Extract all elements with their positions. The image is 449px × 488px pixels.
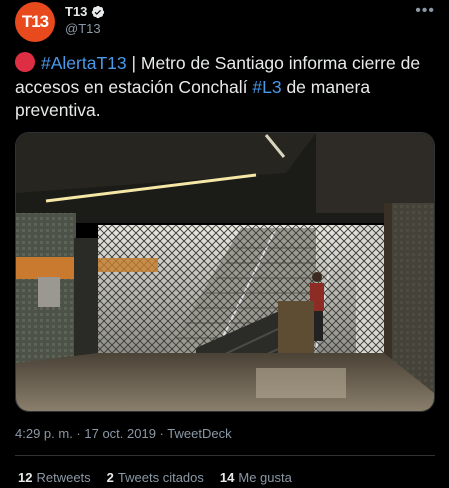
author-handle[interactable]: @T13 [65,21,101,36]
likes-stat[interactable]: 14 Me gusta [220,470,292,485]
retweets-label: Retweets [36,470,91,485]
verified-badge-icon [92,5,105,18]
divider [15,455,435,456]
display-name[interactable]: T13 [65,4,87,19]
tweet-source[interactable]: TweetDeck [167,426,231,441]
tweet-text: #AlertaT13 | Metro de Santiago informa c… [15,52,435,123]
red-circle-icon [15,52,35,72]
more-dots-icon[interactable]: ••• [415,2,435,20]
tweet-date[interactable]: 17 oct. 2019 [84,426,156,441]
hashtag-link[interactable]: #L3 [252,77,281,97]
quotes-stat[interactable]: 2 Tweets citados [107,470,204,485]
tweet-time[interactable]: 4:29 p. m. [15,426,73,441]
retweets-count: 12 [18,470,33,485]
retweets-stat[interactable]: 12 Retweets [18,470,91,485]
likes-label: Me gusta [238,470,292,485]
quotes-label: Tweets citados [117,470,204,485]
metro-station-photo-icon [16,133,434,411]
tweet: T13 T13 @T13 ••• #AlertaT13 | Metro de S… [0,0,449,488]
avatar[interactable]: T13 [15,2,55,42]
engagement-stats: 12 Retweets 2 Tweets citados 14 Me gusta [18,470,292,485]
avatar-logo-text: T13 [21,12,49,31]
quotes-count: 2 [106,470,114,485]
author-name-row[interactable]: T13 [65,4,105,19]
tweet-photo[interactable] [15,132,435,412]
meta-separator: · [72,426,85,441]
tweet-meta: 4:29 p. m. · 17 oct. 2019 · TweetDeck [15,426,232,441]
likes-count: 14 [219,470,235,485]
meta-separator: · [155,426,168,441]
hashtag-link[interactable]: #AlertaT13 [41,53,127,73]
